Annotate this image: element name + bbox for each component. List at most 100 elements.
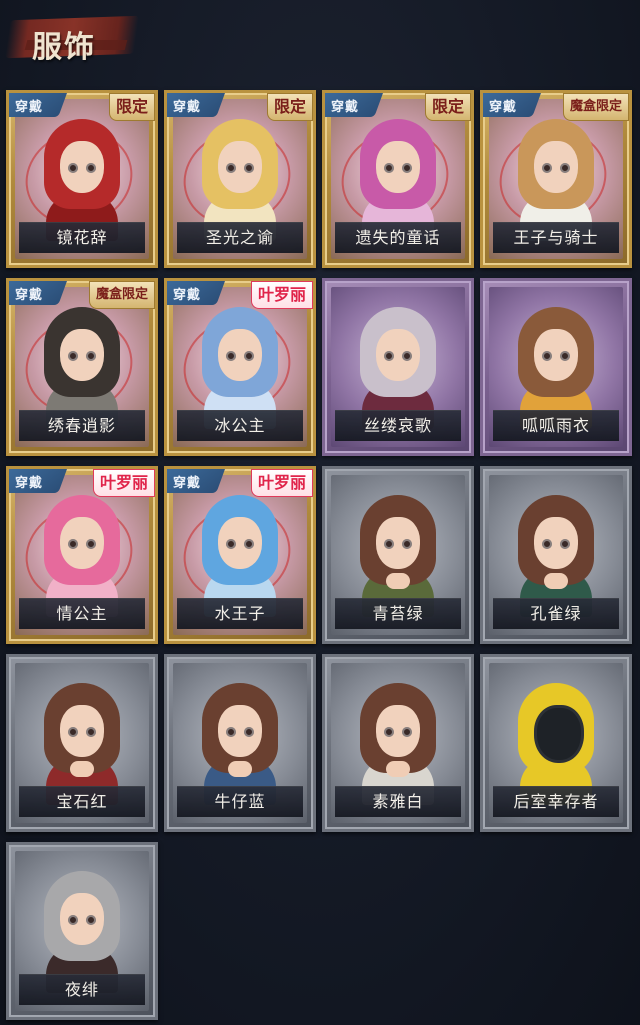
character-face <box>60 141 104 193</box>
character-eye <box>226 163 236 173</box>
character-face <box>534 705 584 763</box>
wear-badge-label: 穿戴 <box>173 288 202 303</box>
wear-badge-label: 穿戴 <box>15 100 44 115</box>
costume-card[interactable]: 宝石红 <box>6 654 158 832</box>
character-face <box>376 329 420 381</box>
character-eye <box>560 163 570 173</box>
costume-name: 绣春逍影 <box>19 410 145 441</box>
character-portrait <box>348 301 448 429</box>
costume-name: 素雅白 <box>335 786 461 817</box>
character-eye <box>68 163 78 173</box>
costume-card[interactable]: 丝缕哀歌 <box>322 278 474 456</box>
character-eye <box>402 351 412 361</box>
limited-badge: 叶罗丽 <box>92 469 155 497</box>
character-hands <box>544 573 568 589</box>
costume-name: 牛仔蓝 <box>177 786 303 817</box>
limited-badge: 限定 <box>424 93 471 121</box>
character-eye <box>86 539 96 549</box>
character-eye <box>226 351 236 361</box>
character-face <box>218 329 262 381</box>
costume-card[interactable]: 穿戴 叶罗丽情公主 <box>6 466 158 644</box>
character-face <box>60 517 104 569</box>
character-face <box>534 517 578 569</box>
character-face <box>534 329 578 381</box>
limited-badge: 限定 <box>108 93 155 121</box>
character-face <box>376 517 420 569</box>
costume-card[interactable]: 穿戴 叶罗丽 冰公主 <box>164 278 316 456</box>
character-face <box>60 329 104 381</box>
wear-badge-label: 穿戴 <box>173 476 202 491</box>
wear-badge-label: 穿戴 <box>331 100 360 115</box>
costume-card[interactable]: 穿戴 限定 遗失的童话 <box>322 90 474 268</box>
character-eye <box>226 727 236 737</box>
costume-card[interactable]: 穿戴 叶罗丽水王子 <box>164 466 316 644</box>
character-portrait <box>190 301 290 429</box>
costume-card[interactable]: 后室幸存者 <box>480 654 632 832</box>
costume-name: 宝石红 <box>19 786 145 817</box>
limited-badge: 魔盒限定 <box>88 281 155 309</box>
character-eye <box>542 163 552 173</box>
costume-page: 服饰 穿戴 限定 镜花辞 穿戴 限定 圣光之谕 穿戴 限定 遗失的童话 穿戴 魔盒限定 王子与骑士 穿戴… <box>0 0 640 1025</box>
costume-name: 圣光之谕 <box>177 222 303 253</box>
character-portrait <box>506 301 606 429</box>
wear-badge-label: 穿戴 <box>15 476 44 491</box>
character-eye <box>560 351 570 361</box>
costume-card[interactable]: 牛仔蓝 <box>164 654 316 832</box>
character-eye <box>244 163 254 173</box>
costume-card[interactable]: 穿戴 魔盒限定 王子与骑士 <box>480 90 632 268</box>
character-eye <box>68 727 78 737</box>
costume-card[interactable]: 穿戴 魔盒限定绣春逍影 <box>6 278 158 456</box>
character-face <box>218 705 262 757</box>
costume-card[interactable]: 呱呱雨衣 <box>480 278 632 456</box>
limited-badge: 限定 <box>266 93 313 121</box>
character-eye <box>226 539 236 549</box>
character-eye <box>68 539 78 549</box>
character-eye <box>68 351 78 361</box>
character-portrait <box>32 301 132 429</box>
character-portrait <box>190 489 290 617</box>
character-portrait <box>190 113 290 241</box>
costume-name: 丝缕哀歌 <box>335 410 461 441</box>
character-hands <box>386 573 410 589</box>
wear-badge-label: 穿戴 <box>489 100 518 115</box>
character-hands <box>228 761 252 777</box>
costume-card[interactable]: 夜绯 <box>6 842 158 1020</box>
limited-badge: 叶罗丽 <box>250 281 313 309</box>
costume-name: 情公主 <box>19 598 145 629</box>
character-face <box>60 705 104 757</box>
costume-name: 青苔绿 <box>335 598 461 629</box>
character-eye <box>384 351 394 361</box>
costume-name: 夜绯 <box>19 974 145 1005</box>
costume-card[interactable]: 穿戴 限定圣光之谕 <box>164 90 316 268</box>
character-eye <box>384 539 394 549</box>
character-portrait <box>348 113 448 241</box>
character-hands <box>70 761 94 777</box>
costume-card[interactable]: 青苔绿 <box>322 466 474 644</box>
character-eye <box>542 539 552 549</box>
character-face <box>534 141 578 193</box>
character-face <box>218 517 262 569</box>
costume-grid: 穿戴 限定 镜花辞 穿戴 限定 圣光之谕 穿戴 限定 遗失的童话 穿戴 魔盒限定 王子与骑士 穿戴 魔盒限… <box>0 0 640 1025</box>
character-face <box>60 893 104 945</box>
costume-card[interactable]: 穿戴 限定 镜花辞 <box>6 90 158 268</box>
character-eye <box>402 727 412 737</box>
character-portrait <box>506 489 606 617</box>
character-eye <box>402 163 412 173</box>
character-eye <box>68 915 78 925</box>
wear-badge-label: 穿戴 <box>15 288 44 303</box>
costume-card[interactable]: 素雅白 <box>322 654 474 832</box>
costume-name: 水王子 <box>177 598 303 629</box>
limited-badge: 叶罗丽 <box>250 469 313 497</box>
character-eye <box>86 351 96 361</box>
costume-name: 孔雀绿 <box>493 598 619 629</box>
wear-badge-label: 穿戴 <box>173 100 202 115</box>
character-portrait <box>32 489 132 617</box>
character-portrait <box>348 489 448 617</box>
character-eye <box>402 539 412 549</box>
costume-card[interactable]: 孔雀绿 <box>480 466 632 644</box>
costume-name: 呱呱雨衣 <box>493 410 619 441</box>
costume-name: 后室幸存者 <box>493 786 619 817</box>
character-eye <box>384 163 394 173</box>
character-eye <box>244 351 254 361</box>
character-eye <box>384 727 394 737</box>
